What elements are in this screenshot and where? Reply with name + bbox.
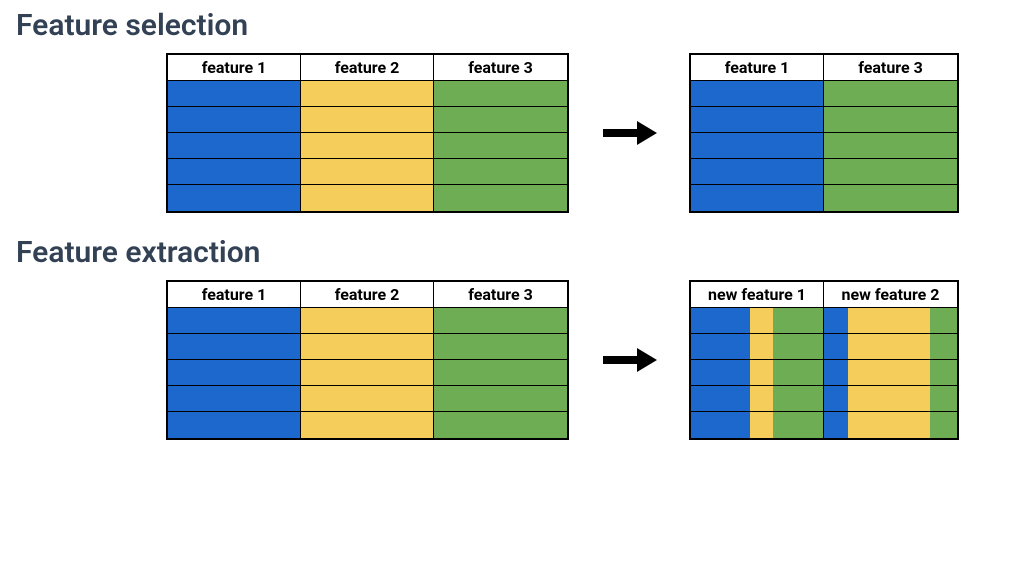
table-row: [691, 360, 957, 386]
data-cell: [301, 185, 434, 211]
table-row: [168, 81, 567, 107]
data-cell: [434, 412, 567, 438]
column-header: feature 3: [824, 55, 957, 81]
table-extraction-source: feature 1 feature 2 feature 3: [166, 280, 569, 440]
column-header: feature 1: [168, 282, 301, 308]
data-cell: [168, 107, 301, 133]
column-header: feature 3: [434, 55, 567, 81]
data-cell: [301, 159, 434, 185]
column-header: new feature 1: [691, 282, 824, 308]
data-cell: [824, 133, 957, 159]
column-header: feature 1: [168, 55, 301, 81]
arrow-icon: [599, 346, 659, 374]
data-cell: [168, 334, 301, 360]
column-header: feature 2: [301, 55, 434, 81]
data-cell: [301, 133, 434, 159]
data-cell: [168, 360, 301, 386]
table-extraction-result: new feature 1 new feature 2: [689, 280, 959, 440]
data-cell: [301, 386, 434, 412]
table-row: [168, 308, 567, 334]
data-cell: [691, 185, 824, 211]
column-header: feature 1: [691, 55, 824, 81]
table-row: [691, 412, 957, 438]
data-cell: [824, 81, 957, 107]
table-header-row: feature 1 feature 2 feature 3: [168, 55, 567, 81]
data-cell: [168, 159, 301, 185]
table-row: [168, 159, 567, 185]
data-cell: [301, 412, 434, 438]
data-cell: [824, 107, 957, 133]
data-cell: [691, 81, 824, 107]
data-cell: [691, 133, 824, 159]
table-row: [691, 159, 957, 185]
arrow-icon: [599, 119, 659, 147]
data-cell: [301, 360, 434, 386]
data-cell: [691, 159, 824, 185]
data-cell-mixed: [691, 308, 824, 334]
data-cell: [168, 81, 301, 107]
table-row: [691, 185, 957, 211]
table-header-row: new feature 1 new feature 2: [691, 282, 957, 308]
section-title-feature-selection: Feature selection: [16, 8, 1000, 43]
data-cell-mixed: [691, 412, 824, 438]
data-cell-mixed: [824, 412, 957, 438]
data-cell-mixed: [824, 334, 957, 360]
diagram-row-extraction: feature 1 feature 2 feature 3 new featur…: [166, 280, 1000, 440]
table-header-row: feature 1 feature 2 feature 3: [168, 282, 567, 308]
data-cell: [168, 133, 301, 159]
data-cell: [434, 308, 567, 334]
data-cell-mixed: [691, 360, 824, 386]
data-cell: [168, 185, 301, 211]
data-cell: [434, 334, 567, 360]
table-row: [691, 107, 957, 133]
data-cell-mixed: [691, 334, 824, 360]
table-row: [168, 334, 567, 360]
table-row: [691, 81, 957, 107]
table-row: [691, 334, 957, 360]
data-cell: [824, 185, 957, 211]
data-cell: [691, 107, 824, 133]
column-header: new feature 2: [824, 282, 957, 308]
data-cell: [434, 81, 567, 107]
data-cell: [301, 81, 434, 107]
data-cell: [434, 386, 567, 412]
data-cell: [434, 185, 567, 211]
column-header: feature 2: [301, 282, 434, 308]
table-selection-source: feature 1 feature 2 feature 3: [166, 53, 569, 213]
data-cell-mixed: [824, 386, 957, 412]
table-row: [168, 185, 567, 211]
table-row: [168, 133, 567, 159]
data-cell: [434, 159, 567, 185]
data-cell: [168, 308, 301, 334]
table-row: [691, 386, 957, 412]
data-cell: [168, 386, 301, 412]
data-cell-mixed: [824, 360, 957, 386]
data-cell: [301, 107, 434, 133]
data-cell-mixed: [824, 308, 957, 334]
diagram-row-selection: feature 1 feature 2 feature 3 feature 1 …: [166, 53, 1000, 213]
section-title-feature-extraction: Feature extraction: [16, 235, 1000, 270]
table-row: [691, 133, 957, 159]
table-row: [168, 360, 567, 386]
table-row: [691, 308, 957, 334]
data-cell: [434, 133, 567, 159]
data-cell: [434, 360, 567, 386]
table-row: [168, 386, 567, 412]
data-cell: [824, 159, 957, 185]
data-cell: [168, 412, 301, 438]
data-cell: [301, 334, 434, 360]
data-cell-mixed: [691, 386, 824, 412]
column-header: feature 3: [434, 282, 567, 308]
table-header-row: feature 1 feature 3: [691, 55, 957, 81]
data-cell: [301, 308, 434, 334]
table-row: [168, 107, 567, 133]
table-row: [168, 412, 567, 438]
table-selection-result: feature 1 feature 3: [689, 53, 959, 213]
data-cell: [434, 107, 567, 133]
